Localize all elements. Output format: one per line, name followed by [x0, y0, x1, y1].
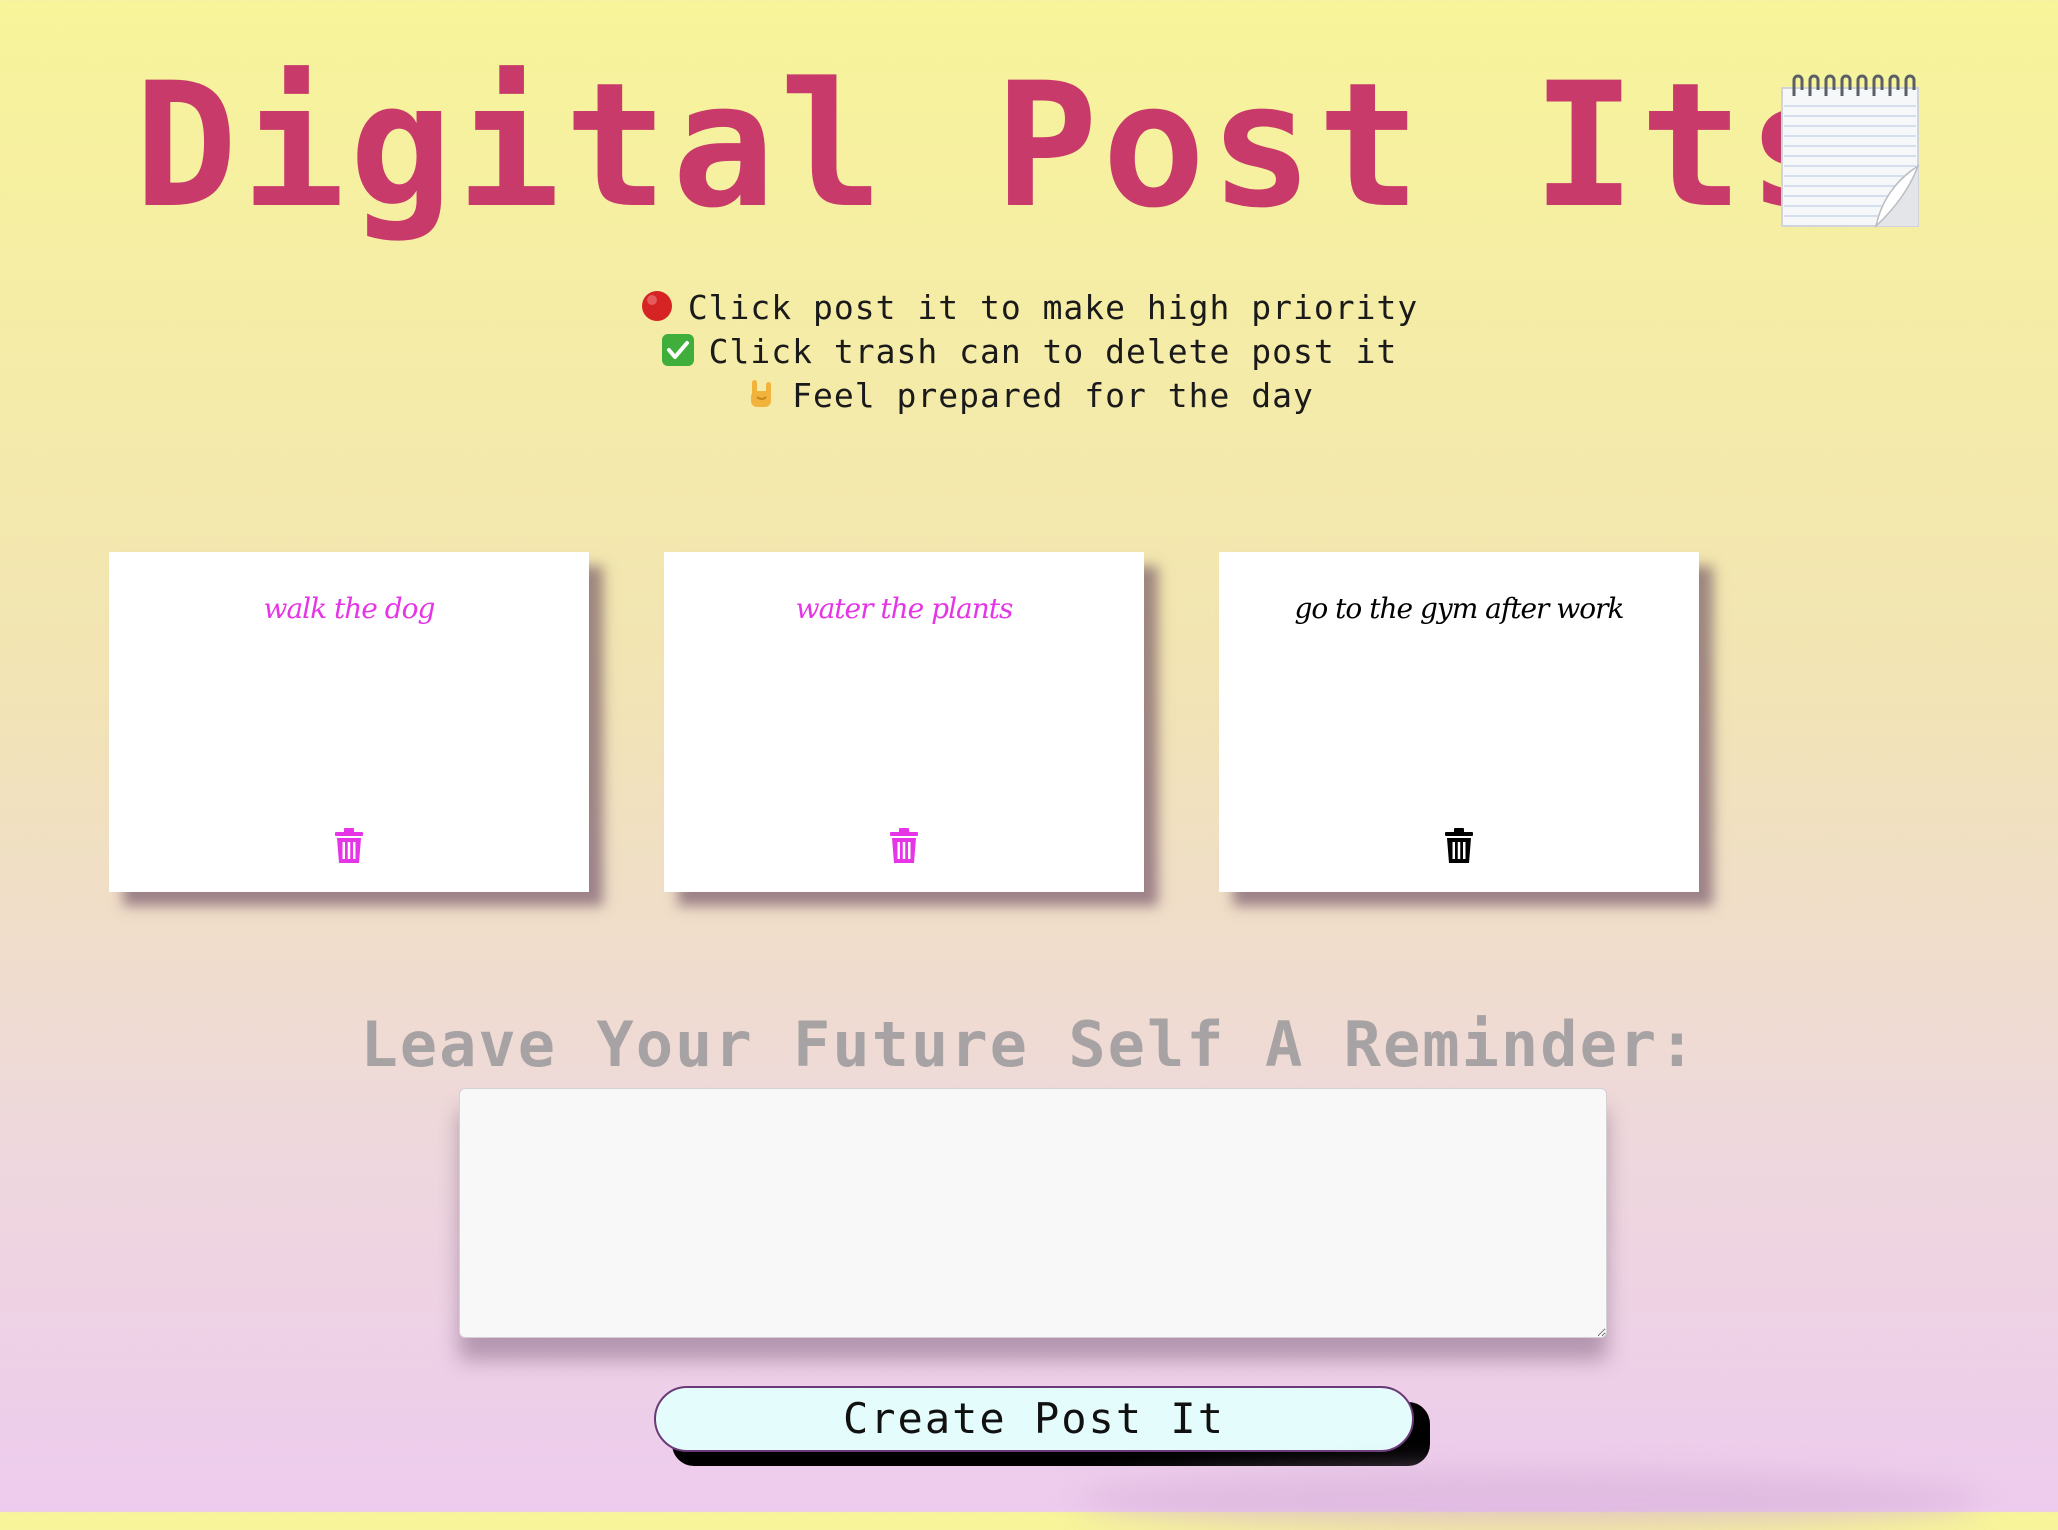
check-mark-icon: [661, 334, 694, 366]
post-it-note[interactable]: walk the dog: [109, 552, 589, 892]
instruction-priority: Click post it to make high priority: [0, 286, 2058, 330]
reminder-input[interactable]: [459, 1088, 1607, 1338]
trash-icon[interactable]: [334, 828, 364, 864]
post-it-text: go to the gym after work: [1294, 592, 1625, 625]
instruction-delete: Click trash can to delete post it: [0, 330, 2058, 374]
notepad-icon: [1781, 74, 1920, 229]
red-circle-icon: [641, 291, 672, 321]
post-it-text: walk the dog: [263, 592, 436, 625]
page-title: Digital Post Its: [134, 45, 1855, 246]
instructions: Click post it to make high priority Clic…: [0, 286, 2058, 418]
rock-on-hand-icon: [751, 380, 772, 407]
post-it-note[interactable]: go to the gym after work: [1219, 552, 1699, 892]
reminder-label: Leave Your Future Self A Reminder:: [360, 1008, 1698, 1081]
post-it-note[interactable]: water the plants: [664, 552, 1144, 892]
trash-icon[interactable]: [1444, 828, 1474, 864]
trash-icon[interactable]: [889, 828, 919, 864]
post-it-text: water the plants: [795, 592, 1014, 625]
create-post-it-button[interactable]: Create Post It: [654, 1386, 1414, 1452]
instruction-prepared: Feel prepared for the day: [0, 374, 2058, 418]
bottom-glow: [1080, 1470, 1980, 1530]
